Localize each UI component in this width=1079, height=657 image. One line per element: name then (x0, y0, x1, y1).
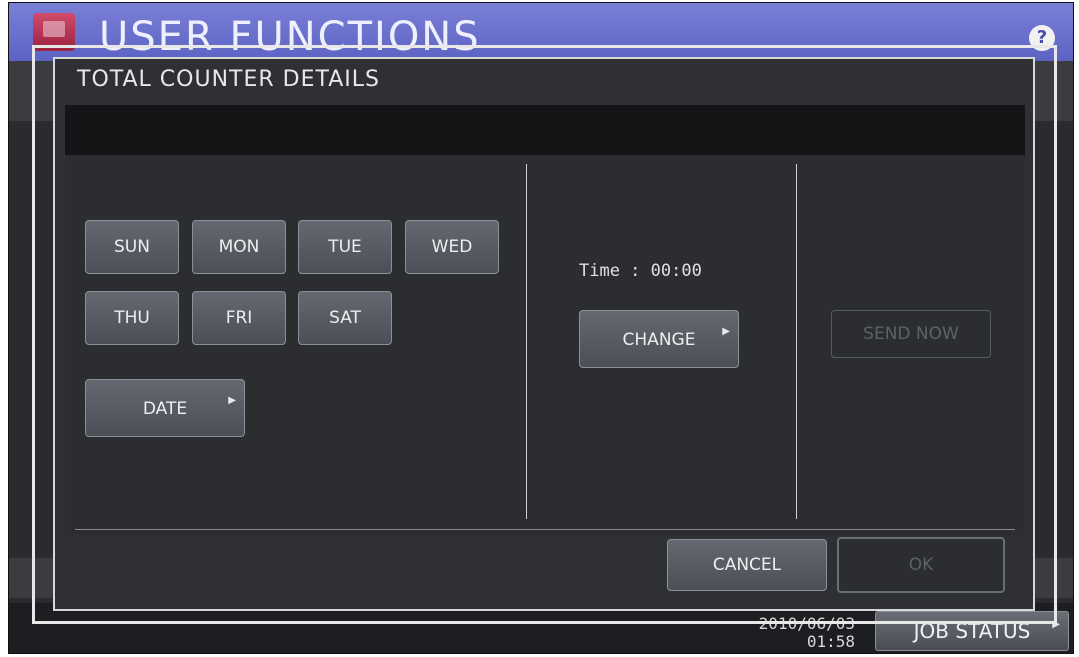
footer-divider (75, 529, 1015, 530)
send-now-button[interactable]: SEND NOW (831, 310, 991, 358)
day-button-mon[interactable]: MON (192, 220, 286, 274)
day-button-wed[interactable]: WED (405, 220, 499, 274)
day-button-tue[interactable]: TUE (298, 220, 392, 274)
time-text: Time : 00:00 (579, 261, 702, 281)
day-button-sun[interactable]: SUN (85, 220, 179, 274)
day-button-fri[interactable]: FRI (192, 291, 286, 345)
message-bar (65, 105, 1025, 155)
dialog-title: TOTAL COUNTER DETAILS (77, 67, 380, 92)
day-button-sat[interactable]: SAT (298, 291, 392, 345)
clock-time: 01:58 (806, 632, 855, 651)
change-label: CHANGE (622, 330, 696, 350)
date-label: DATE (142, 399, 188, 419)
day-button-thu[interactable]: THU (85, 291, 179, 345)
total-counter-dialog: TOTAL COUNTER DETAILS SUN MON TUE WED TH… (53, 57, 1035, 611)
arrow-right-icon: ▶ (228, 395, 236, 406)
arrow-right-icon: ▶ (722, 326, 730, 337)
cancel-button[interactable]: CANCEL (667, 539, 827, 591)
column-divider-left (526, 164, 527, 519)
ok-button[interactable]: OK (837, 537, 1005, 593)
change-button[interactable]: CHANGE ▶ (579, 310, 739, 368)
date-button[interactable]: DATE ▶ (85, 379, 245, 437)
column-divider-right (796, 164, 797, 519)
